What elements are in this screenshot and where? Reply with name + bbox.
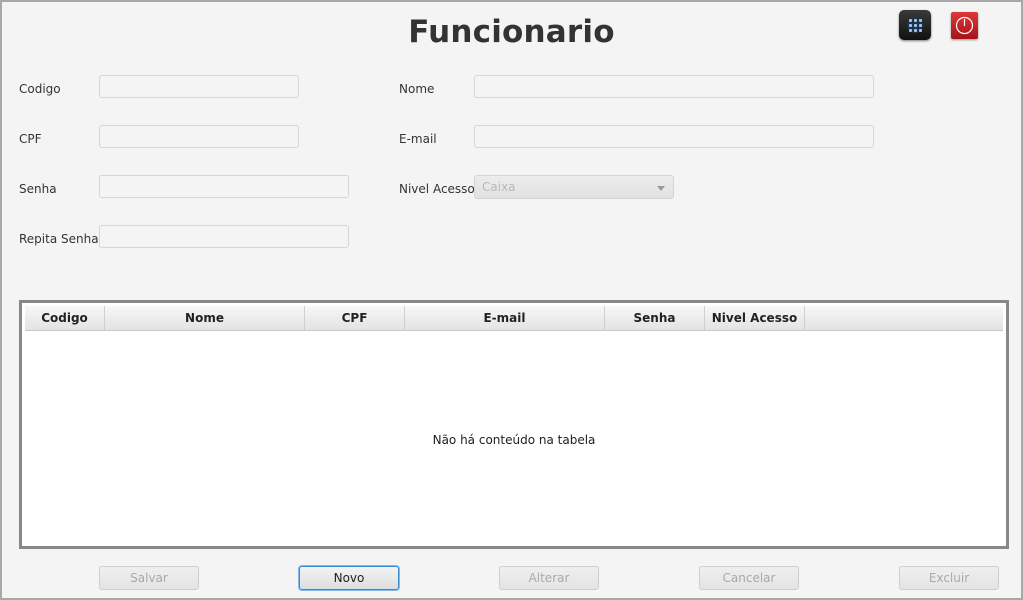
column-header-codigo[interactable]: Codigo [25, 306, 105, 330]
grid-dots-icon [907, 17, 923, 33]
nivel-acesso-select[interactable]: Caixa [474, 175, 674, 199]
column-header-cpf[interactable]: CPF [305, 306, 405, 330]
salvar-button[interactable]: Salvar [99, 566, 199, 590]
table-header: Codigo Nome CPF E-mail Senha Nivel Acess… [25, 306, 1003, 331]
column-header-nome[interactable]: Nome [105, 306, 305, 330]
codigo-label: Codigo [19, 82, 61, 96]
nome-field[interactable] [474, 75, 874, 98]
cancelar-button[interactable]: Cancelar [699, 566, 799, 590]
repita-senha-label: Repita Senha [19, 232, 99, 246]
excluir-button[interactable]: Excluir [899, 566, 999, 590]
column-header-email[interactable]: E-mail [405, 306, 605, 330]
cpf-label: CPF [19, 132, 42, 146]
nivel-acesso-value: Caixa [482, 180, 516, 194]
nome-label: Nome [399, 82, 435, 96]
column-header-senha[interactable]: Senha [605, 306, 705, 330]
senha-label: Senha [19, 182, 57, 196]
email-label: E-mail [399, 132, 437, 146]
cpf-field[interactable] [99, 125, 299, 148]
nivel-acesso-label: Nivel Acesso [399, 182, 475, 196]
novo-button[interactable]: Novo [299, 566, 399, 590]
apps-menu-icon[interactable] [899, 10, 931, 40]
alterar-button[interactable]: Alterar [499, 566, 599, 590]
repita-senha-field[interactable] [99, 225, 349, 248]
codigo-field[interactable] [99, 75, 299, 98]
power-off-icon[interactable] [951, 12, 978, 39]
email-field[interactable] [474, 125, 874, 148]
column-header-nivel-acesso[interactable]: Nivel Acesso [705, 306, 805, 330]
chevron-down-icon [657, 186, 665, 191]
table-empty-message: Não há conteúdo na tabela [432, 433, 596, 447]
funcionario-table[interactable]: Codigo Nome CPF E-mail Senha Nivel Acess… [19, 300, 1009, 549]
page-title: Funcionario [408, 14, 615, 50]
senha-field[interactable] [99, 175, 349, 198]
